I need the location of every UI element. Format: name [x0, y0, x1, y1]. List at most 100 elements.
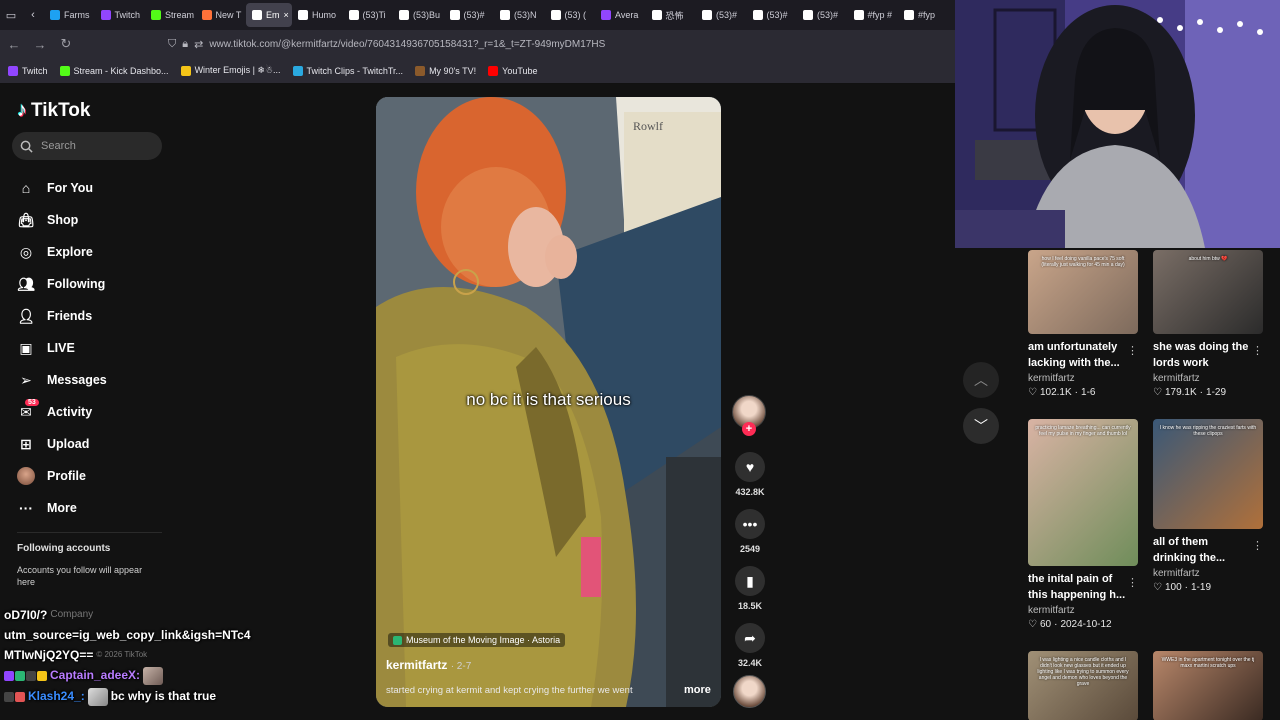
- tab-scroll-left-icon[interactable]: ‹: [22, 3, 44, 27]
- search-box[interactable]: [12, 132, 162, 160]
- bookmark-label[interactable]: YouTube: [502, 66, 537, 76]
- comment-action[interactable]: ••• 2549: [734, 509, 766, 554]
- tab-list-icon[interactable]: ▭: [0, 3, 22, 27]
- recommended-video-card[interactable]: I was lighting a nice candle cloths and …: [1028, 651, 1138, 720]
- card-title[interactable]: the inital pain of this happening h...: [1028, 571, 1128, 603]
- sidebar-item-messages[interactable]: ➢ Messages: [17, 364, 167, 396]
- tiktok-logo[interactable]: ♪ TikTok: [17, 99, 90, 122]
- card-title[interactable]: all of them drinking the...: [1153, 534, 1253, 566]
- browser-tab[interactable]: (53)Bu: [393, 3, 444, 27]
- url-text[interactable]: www.tiktok.com/@kermitfartz/video/760431…: [209, 39, 605, 50]
- card-title[interactable]: she was doing the lords work: [1153, 339, 1253, 371]
- permissions-icon[interactable]: ⇄: [194, 38, 203, 51]
- video-thumbnail[interactable]: practicing lamaze breathing... can curre…: [1028, 419, 1138, 566]
- bookmark-label[interactable]: Twitch Clips - TwitchTr...: [307, 66, 404, 76]
- sidebar-item-shop[interactable]: 👜︎ Shop: [17, 204, 167, 236]
- bookmark-label[interactable]: Winter Emojis | ❄☃...: [195, 65, 281, 76]
- tab-label[interactable]: (53)#: [767, 10, 788, 20]
- video-thumbnail[interactable]: I was lighting a nice candle cloths and …: [1028, 651, 1138, 720]
- sound-avatar[interactable]: [733, 675, 766, 708]
- recommended-video-card[interactable]: WWE3 in the apartment tonight over the t…: [1153, 651, 1263, 720]
- sidebar-item-activity[interactable]: ✉ 53 Activity: [17, 396, 167, 428]
- address-bar[interactable]: ⛉ 🔒︎ ⇄ www.tiktok.com/@kermitfartz/video…: [168, 33, 948, 55]
- card-author[interactable]: kermitfartz: [1153, 568, 1263, 579]
- card-author[interactable]: kermitfartz: [1028, 605, 1138, 616]
- card-title[interactable]: am unfortunately lacking with the...: [1028, 339, 1128, 371]
- bookmark-item[interactable]: Stream - Kick Dashbo...: [59, 65, 169, 76]
- tab-label[interactable]: (53)#: [817, 10, 838, 20]
- tab-label[interactable]: (53)N: [514, 10, 537, 20]
- author-name[interactable]: kermitfartz: [386, 658, 447, 672]
- more-button[interactable]: more: [684, 684, 711, 696]
- browser-tab[interactable]: (53) (: [545, 3, 596, 27]
- video-thumbnail[interactable]: how I feel doing vanilla pace's 75 soft …: [1028, 250, 1138, 334]
- footer-company-link[interactable]: Company: [50, 605, 93, 625]
- card-author[interactable]: kermitfartz: [1153, 373, 1263, 384]
- browser-tab[interactable]: (53)#: [444, 3, 495, 27]
- like-action[interactable]: ♥ 432.8K: [734, 452, 766, 497]
- tab-label[interactable]: Stream: [165, 10, 194, 20]
- browser-tab[interactable]: Stream: [145, 3, 196, 27]
- video-thumbnail[interactable]: about him btw 💔: [1153, 250, 1263, 334]
- sidebar-item-for-you[interactable]: ⌂ For You: [17, 172, 167, 204]
- kebab-menu-icon[interactable]: ⋮: [1127, 576, 1138, 589]
- bookmark-icon[interactable]: ▮: [735, 566, 765, 596]
- browser-tab[interactable]: Farms: [44, 3, 95, 27]
- back-button[interactable]: ←: [2, 32, 26, 56]
- comment-icon[interactable]: •••: [735, 509, 765, 539]
- tab-label[interactable]: (53)#: [716, 10, 737, 20]
- sidebar-item-friends[interactable]: 👤︎ Friends: [17, 300, 167, 332]
- tab-label[interactable]: #fyp #: [868, 10, 893, 20]
- tab-label[interactable]: (53) (: [565, 10, 587, 20]
- video-author[interactable]: kermitfartz · 2-7: [386, 658, 471, 672]
- tab-label[interactable]: (53)Ti: [363, 10, 386, 20]
- tab-label[interactable]: (53)Bu: [413, 10, 440, 20]
- tab-label[interactable]: Avera: [615, 10, 638, 20]
- bookmark-item[interactable]: Winter Emojis | ❄☃...: [180, 65, 281, 76]
- share-icon[interactable]: ➦: [735, 623, 765, 653]
- location-text[interactable]: Museum of the Moving Image · Astoria: [406, 635, 560, 645]
- tab-label[interactable]: Twitch: [115, 10, 141, 20]
- bookmark-label[interactable]: Stream - Kick Dashbo...: [74, 66, 169, 76]
- share-action[interactable]: ➦ 32.4K: [734, 623, 766, 668]
- shield-icon[interactable]: ⛉: [168, 38, 176, 51]
- video-player[interactable]: Rowlf no bc it is that serious Museum of…: [376, 97, 721, 707]
- bookmark-item[interactable]: Twitch Clips - TwitchTr...: [292, 65, 404, 76]
- tab-label[interactable]: #fyp: [918, 10, 935, 20]
- sidebar-item-following[interactable]: 👥︎ Following: [17, 268, 167, 300]
- reload-button[interactable]: ↻: [54, 32, 78, 56]
- location-tag[interactable]: Museum of the Moving Image · Astoria: [388, 633, 566, 647]
- kebab-menu-icon[interactable]: ⋮: [1252, 344, 1263, 357]
- browser-tab[interactable]: New T: [196, 3, 247, 27]
- follow-plus-button[interactable]: +: [742, 422, 756, 436]
- tab-label[interactable]: (53)#: [464, 10, 485, 20]
- browser-tab[interactable]: (53)#: [747, 3, 798, 27]
- browser-tab[interactable]: Em ×: [246, 3, 292, 27]
- browser-tab[interactable]: (53)#: [696, 3, 747, 27]
- browser-tab[interactable]: 恐怖: [646, 3, 697, 27]
- lock-icon[interactable]: 🔒︎: [182, 38, 188, 51]
- tab-label[interactable]: Humo: [312, 10, 336, 20]
- sidebar-item-explore[interactable]: ◎ Explore: [17, 236, 167, 268]
- browser-tab[interactable]: #fyp #: [848, 3, 899, 27]
- kebab-menu-icon[interactable]: ⋮: [1252, 539, 1263, 552]
- recommended-video-card[interactable]: practicing lamaze breathing... can curre…: [1028, 419, 1138, 630]
- browser-tab[interactable]: Avera: [595, 3, 646, 27]
- tab-label[interactable]: Em: [266, 10, 280, 20]
- sidebar-item-profile[interactable]: Profile: [17, 460, 167, 492]
- bookmark-item[interactable]: Twitch: [8, 65, 48, 76]
- video-thumbnail[interactable]: I know he was ripping the craziest farts…: [1153, 419, 1263, 529]
- heart-icon[interactable]: ♥: [735, 452, 765, 482]
- video-thumbnail[interactable]: WWE3 in the apartment tonight over the t…: [1153, 651, 1263, 720]
- browser-tab[interactable]: Twitch: [95, 3, 146, 27]
- previous-video-button[interactable]: ︿: [963, 362, 999, 398]
- sidebar-item-more[interactable]: ··· More: [17, 492, 167, 524]
- bookmark-item[interactable]: My 90's TV!: [415, 65, 476, 76]
- browser-tab[interactable]: #fyp: [898, 3, 949, 27]
- tab-label[interactable]: New T: [216, 10, 242, 20]
- card-author[interactable]: kermitfartz: [1028, 373, 1138, 384]
- next-video-button[interactable]: ﹀: [963, 408, 999, 444]
- forward-button[interactable]: →: [28, 32, 52, 56]
- tab-label[interactable]: Farms: [64, 10, 90, 20]
- sidebar-item-upload[interactable]: ⊞ Upload: [17, 428, 167, 460]
